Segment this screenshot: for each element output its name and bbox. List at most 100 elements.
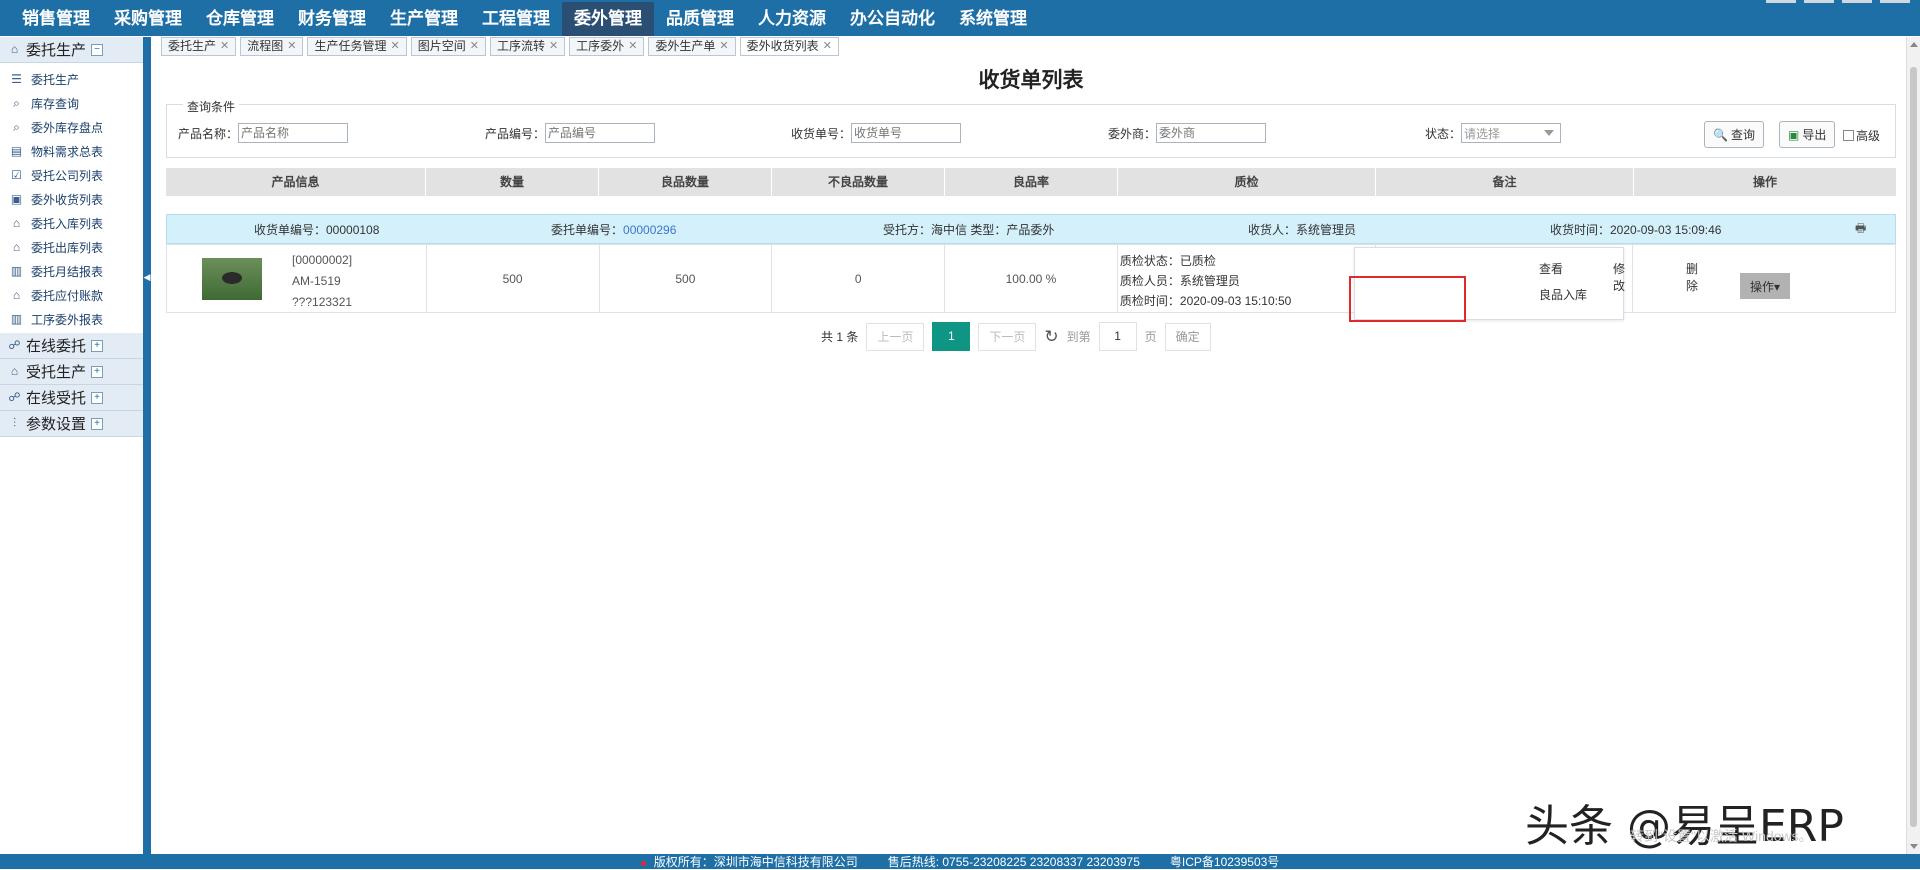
sidebar-item-payable[interactable]: ⌂ 委托应付账款 — [0, 283, 143, 307]
menu-purchase[interactable]: 采购管理 — [102, 2, 194, 36]
operation-dropdown-button[interactable]: 操作▾ — [1740, 273, 1790, 299]
window-control-bar[interactable] — [1880, 0, 1910, 3]
status-field: 状态： 请选择 — [1425, 123, 1562, 143]
sidebar-group-consign[interactable]: ⌂ 委托生产 − — [0, 37, 143, 63]
menu-production[interactable]: 生产管理 — [378, 2, 470, 36]
tab-production-task[interactable]: 生产任务管理 ✕ — [307, 37, 407, 56]
sidebar-item-stock-in-list[interactable]: ⌂ 委托入库列表 — [0, 211, 143, 235]
menu-finance[interactable]: 财务管理 — [286, 2, 378, 36]
expand-icon[interactable]: + — [91, 339, 104, 352]
field-label: 状态： — [1425, 126, 1462, 141]
menu-hr[interactable]: 人力资源 — [746, 2, 838, 36]
window-control-bar[interactable] — [1766, 0, 1796, 3]
sidebar-item-stock-out-list[interactable]: ⌂ 委托出库列表 — [0, 235, 143, 259]
expand-icon[interactable]: + — [91, 391, 104, 404]
close-icon[interactable]: ✕ — [390, 38, 399, 55]
goto-confirm-button[interactable]: 确定 — [1164, 322, 1211, 351]
product-code-input[interactable] — [545, 123, 656, 143]
close-icon[interactable]: ✕ — [719, 38, 728, 55]
menu-warehouse[interactable]: 仓库管理 — [194, 2, 286, 36]
receipt-time: 收货时间：2020-09-03 15:09:46 — [1550, 222, 1722, 237]
collapse-icon[interactable]: − — [91, 43, 104, 56]
tab-consign-production[interactable]: 委托生产 ✕ — [161, 37, 237, 56]
window-control-bar[interactable] — [1842, 0, 1872, 3]
page-unit: 页 — [1144, 330, 1157, 344]
receipt-no-input[interactable] — [851, 123, 962, 143]
menu-quality[interactable]: 品质管理 — [654, 2, 746, 36]
page-1-button[interactable]: 1 — [932, 322, 971, 351]
window-controls — [1766, 0, 1910, 3]
checkbox-box[interactable] — [1843, 130, 1854, 141]
close-icon[interactable]: ✕ — [220, 38, 229, 55]
pagination: 共 1 条 上一页 1 下一页 ↻ 到第 1 页 确定 — [821, 322, 1211, 351]
sidebar-group-online-consign[interactable]: ☍ 在线委托 + — [0, 333, 143, 359]
advanced-checkbox[interactable]: 高级 — [1843, 127, 1880, 144]
menu-edit[interactable]: 修改 — [1613, 260, 1625, 294]
sidebar-item-process-report[interactable]: ▥ 工序委外报表 — [0, 307, 143, 331]
menu-office[interactable]: 办公自动化 — [838, 2, 947, 36]
product-thumbnail[interactable] — [202, 258, 262, 300]
consign-number-link[interactable]: 00000296 — [623, 223, 676, 237]
vertical-scrollbar[interactable] — [1906, 37, 1920, 854]
sidebar-group-label: 委托生产 — [26, 42, 87, 59]
search-button[interactable]: 🔍 查询 — [1704, 121, 1764, 148]
sidebar-item-consign-production[interactable]: ☰ 委托生产 — [0, 67, 143, 91]
close-icon[interactable]: ✕ — [628, 38, 637, 55]
close-icon[interactable]: ✕ — [823, 38, 832, 55]
menu-outsourcing[interactable]: 委外管理 — [562, 2, 654, 36]
sidebar-group-online-contract[interactable]: ☍ 在线受托 + — [0, 385, 143, 411]
export-button[interactable]: ▣ 导出 — [1779, 121, 1836, 148]
col-product-info: 产品信息 — [166, 168, 426, 196]
status-select[interactable]: 请选择 — [1461, 123, 1562, 143]
tab-image-space[interactable]: 图片空间 ✕ — [410, 37, 486, 56]
scroll-thumb[interactable] — [1910, 67, 1917, 827]
tab-label: 委外生产单 — [655, 39, 716, 53]
product-name-input[interactable] — [238, 123, 349, 143]
refresh-icon[interactable]: ↻ — [1044, 327, 1058, 347]
tab-process-outsource[interactable]: 工序委外 ✕ — [569, 37, 645, 56]
vendor-input[interactable] — [1156, 123, 1267, 143]
next-page-button[interactable]: 下一页 — [978, 322, 1037, 351]
copyright: 版权所有：深圳市海中信科技有限公司 — [640, 853, 858, 870]
tab-outsource-order[interactable]: 委外生产单 ✕ — [648, 37, 736, 56]
highlight-box — [1349, 276, 1466, 322]
prev-page-button[interactable]: 上一页 — [866, 322, 925, 351]
calendar-icon: ▣ — [10, 191, 23, 206]
close-icon[interactable]: ✕ — [549, 38, 558, 55]
menu-system[interactable]: 系统管理 — [947, 2, 1039, 36]
sidebar-item-contractor-list[interactable]: ☑ 受托公司列表 — [0, 163, 143, 187]
goto-page-input[interactable]: 1 — [1098, 322, 1137, 351]
export-icon: ▣ — [1788, 127, 1800, 142]
expand-icon[interactable]: + — [91, 365, 104, 378]
expand-icon[interactable]: + — [91, 417, 104, 430]
qc-time: 质检时间：2020-09-03 15:10:50 — [1119, 294, 1292, 308]
sidebar-group-settings[interactable]: ⫶ 参数设置 + — [0, 411, 143, 437]
close-icon[interactable]: ✕ — [470, 38, 479, 55]
tab-label: 委托生产 — [168, 39, 217, 53]
sidebar-collapse-handle[interactable]: ◀ — [143, 262, 151, 292]
home-icon: ⌂ — [10, 364, 19, 378]
menu-view[interactable]: 查看 — [1539, 260, 1563, 277]
scroll-up-icon[interactable] — [1910, 42, 1918, 47]
sidebar-item-stock-check[interactable]: ⌕ 委外库存盘点 — [0, 115, 143, 139]
sidebar-item-monthly-report[interactable]: ▥ 委托月结报表 — [0, 259, 143, 283]
menu-sales[interactable]: 销售管理 — [10, 2, 102, 36]
sidebar-item-receipt-list[interactable]: ▣ 委外收货列表 — [0, 187, 143, 211]
tab-label: 流程图 — [247, 39, 284, 53]
sidebar-group-contract-production[interactable]: ⌂ 受托生产 + — [0, 359, 143, 385]
menu-stock-in[interactable]: 良品入库 — [1539, 286, 1587, 303]
sidebar-item-label: 工序委外报表 — [31, 312, 104, 327]
sidebar-item-stock-query[interactable]: ⌕ 库存查询 — [0, 91, 143, 115]
print-icon[interactable]: 🖶 — [1855, 219, 1866, 240]
scroll-down-icon[interactable] — [1910, 844, 1918, 849]
goto-label: 到第 — [1066, 330, 1091, 344]
close-icon[interactable]: ✕ — [287, 38, 296, 55]
tab-receipt-list[interactable]: 委外收货列表 ✕ — [739, 37, 839, 56]
tab-process-flow[interactable]: 工序流转 ✕ — [489, 37, 566, 56]
icp: 粤ICP备10239503号 — [1169, 855, 1280, 869]
tab-flowchart[interactable]: 流程图 ✕ — [240, 37, 304, 56]
menu-engineering[interactable]: 工程管理 — [470, 2, 562, 36]
menu-delete[interactable]: 删除 — [1686, 260, 1698, 294]
window-control-bar[interactable] — [1804, 0, 1834, 3]
sidebar-item-material-demand[interactable]: ▤ 物料需求总表 — [0, 139, 143, 163]
